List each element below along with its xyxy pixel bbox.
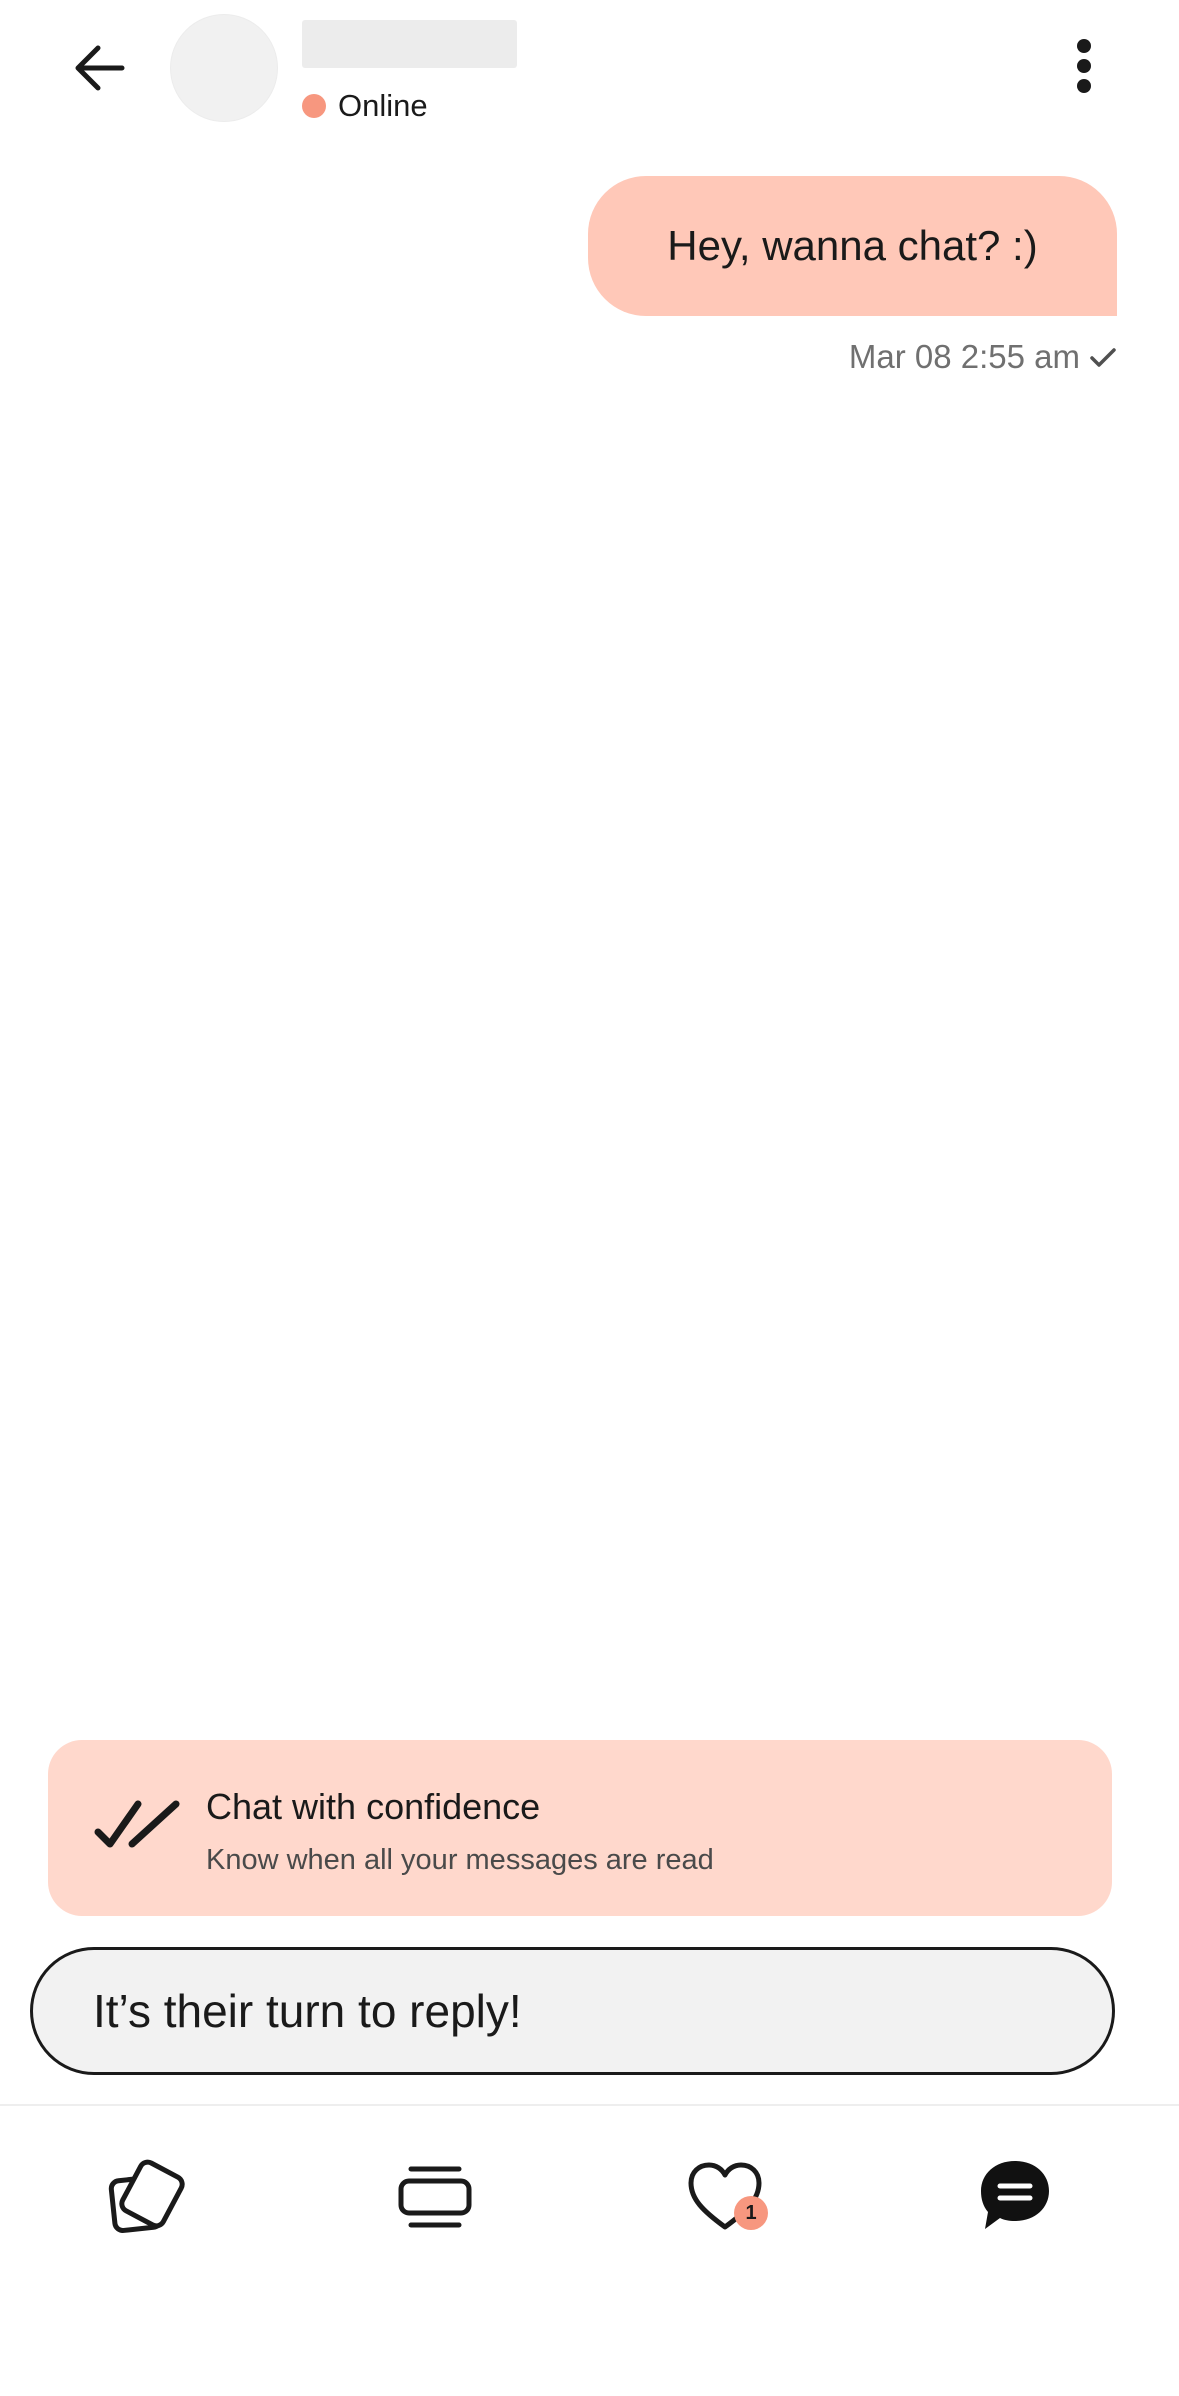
- more-vertical-icon: [1077, 39, 1091, 93]
- message-timestamp-row: Mar 08 2:55 am: [600, 335, 1118, 379]
- avatar[interactable]: [170, 14, 278, 122]
- status-text: Online: [338, 88, 428, 123]
- reply-status-box: It’s their turn to reply!: [30, 1947, 1115, 2075]
- contact-name: [302, 20, 517, 68]
- likes-badge: 1: [734, 2196, 768, 2230]
- read-receipts-promo[interactable]: Chat with confidence Know when all your …: [48, 1740, 1112, 1916]
- status-dot: [302, 94, 326, 118]
- chat-icon: [981, 2161, 1049, 2229]
- message-timestamp: Mar 08 2:55 am: [848, 338, 1080, 375]
- arrow-left-icon: [75, 45, 125, 91]
- check-icon: [1090, 348, 1116, 367]
- bottom-nav: 1: [0, 2106, 1179, 2396]
- nav-item-likes[interactable]: 1: [670, 2142, 780, 2252]
- message-bubble[interactable]: Hey, wanna chat? :): [588, 176, 1117, 316]
- cards-icon: [108, 2159, 185, 2233]
- promo-subtitle: Know when all your messages are read: [206, 1844, 714, 1876]
- nav-item-chats[interactable]: [960, 2142, 1070, 2252]
- double-check-icon: [94, 1800, 180, 1848]
- promo-title: Chat with confidence: [206, 1786, 541, 1827]
- nav-item-discover[interactable]: [90, 2142, 200, 2252]
- online-status: Online: [302, 86, 428, 126]
- more-options-button[interactable]: [1058, 30, 1110, 102]
- back-button[interactable]: [60, 28, 140, 108]
- nav-item-stack[interactable]: [380, 2142, 490, 2252]
- stack-icon: [398, 2166, 472, 2228]
- chat-header: Online: [0, 0, 1179, 140]
